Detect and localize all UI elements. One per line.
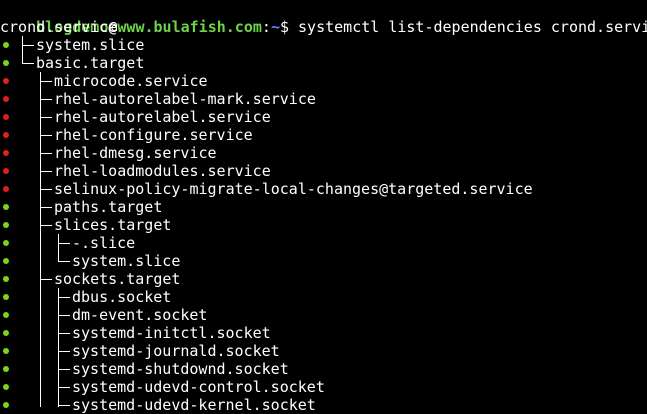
status-active-icon bbox=[3, 402, 9, 408]
unit-name: system.slice bbox=[36, 36, 145, 54]
tree-branch-connector bbox=[22, 45, 34, 46]
tree-branch-connector bbox=[40, 99, 52, 100]
prompt-line: blogdemo@www.bulafish.com:~$ systemctl l… bbox=[0, 0, 647, 36]
status-active-icon bbox=[3, 60, 9, 66]
status-active-icon bbox=[3, 312, 9, 318]
status-active-icon bbox=[3, 204, 9, 210]
tree-branch-connector bbox=[40, 153, 52, 154]
status-inactive-icon bbox=[3, 132, 9, 138]
unit-name: paths.target bbox=[54, 198, 163, 216]
status-inactive-icon bbox=[3, 96, 9, 102]
unit-name: basic.target bbox=[36, 54, 145, 72]
status-inactive-icon bbox=[3, 150, 9, 156]
unit-name: sockets.target bbox=[54, 270, 181, 288]
tree-guide-line bbox=[58, 288, 59, 407]
unit-name: systemd-journald.socket bbox=[72, 342, 280, 360]
prompt-path: ~ bbox=[270, 18, 280, 36]
status-active-icon bbox=[3, 384, 9, 390]
tree-branch-connector bbox=[40, 225, 52, 226]
unit-name: systemd-udevd-control.socket bbox=[72, 378, 325, 396]
unit-name: slices.target bbox=[54, 216, 172, 234]
tree-branch-connector bbox=[58, 315, 70, 316]
status-inactive-icon bbox=[3, 78, 9, 84]
tree-guide-line bbox=[22, 36, 23, 64]
status-active-icon bbox=[3, 330, 9, 336]
unit-name: -.slice bbox=[72, 234, 136, 252]
status-inactive-icon bbox=[3, 168, 9, 174]
unit-name: systemd-shutdownd.socket bbox=[72, 360, 289, 378]
tree-guide-line bbox=[58, 234, 59, 262]
unit-name: systemd-udevd-kernel.socket bbox=[72, 396, 316, 414]
tree-branch-connector bbox=[40, 171, 52, 172]
tree-branch-connector bbox=[58, 405, 70, 406]
tree-branch-connector bbox=[40, 117, 52, 118]
status-inactive-icon bbox=[3, 114, 9, 120]
prompt-separator: : bbox=[261, 18, 271, 36]
unit-name: rhel-configure.service bbox=[54, 126, 253, 144]
tree-branch-connector bbox=[40, 135, 52, 136]
tree-branch-connector bbox=[40, 189, 52, 190]
unit-name: selinux-policy-migrate-local-changes@tar… bbox=[54, 180, 533, 198]
unit-name: rhel-loadmodules.service bbox=[54, 162, 271, 180]
command-text: systemctl list-dependencies crond.servic… bbox=[289, 18, 647, 36]
status-inactive-icon bbox=[3, 186, 9, 192]
status-active-icon bbox=[3, 366, 9, 372]
tree-branch-connector bbox=[58, 261, 70, 262]
tree-guide-line bbox=[40, 72, 41, 407]
unit-name: rhel-autorelabel.service bbox=[54, 108, 271, 126]
tree-branch-connector bbox=[58, 297, 70, 298]
status-active-icon bbox=[3, 240, 9, 246]
tree-branch-connector bbox=[58, 243, 70, 244]
root-unit: crond.service bbox=[0, 18, 118, 36]
unit-name: systemd-initctl.socket bbox=[72, 324, 271, 342]
tree-branch-connector bbox=[22, 63, 34, 64]
status-active-icon bbox=[3, 348, 9, 354]
tree-branch-connector bbox=[40, 279, 52, 280]
unit-name: system.slice bbox=[72, 252, 181, 270]
tree-branch-connector bbox=[58, 333, 70, 334]
unit-name: dbus.socket bbox=[72, 288, 172, 306]
prompt-host: www.bulafish.com bbox=[117, 18, 262, 36]
tree-branch-connector bbox=[40, 81, 52, 82]
status-active-icon bbox=[3, 42, 9, 48]
status-active-icon bbox=[3, 294, 9, 300]
terminal-window[interactable]: blogdemo@www.bulafish.com:~$ systemctl l… bbox=[0, 0, 647, 414]
tree-branch-connector bbox=[58, 369, 70, 370]
unit-name: dm-event.socket bbox=[72, 306, 208, 324]
unit-name: rhel-dmesg.service bbox=[54, 144, 217, 162]
status-active-icon bbox=[3, 258, 9, 264]
tree-branch-connector bbox=[58, 387, 70, 388]
status-active-icon bbox=[3, 276, 9, 282]
unit-name: microcode.service bbox=[54, 72, 208, 90]
prompt-symbol: $ bbox=[279, 18, 289, 36]
tree-branch-connector bbox=[58, 351, 70, 352]
status-active-icon bbox=[3, 222, 9, 228]
tree-branch-connector bbox=[40, 207, 52, 208]
unit-name: rhel-autorelabel-mark.service bbox=[54, 90, 316, 108]
